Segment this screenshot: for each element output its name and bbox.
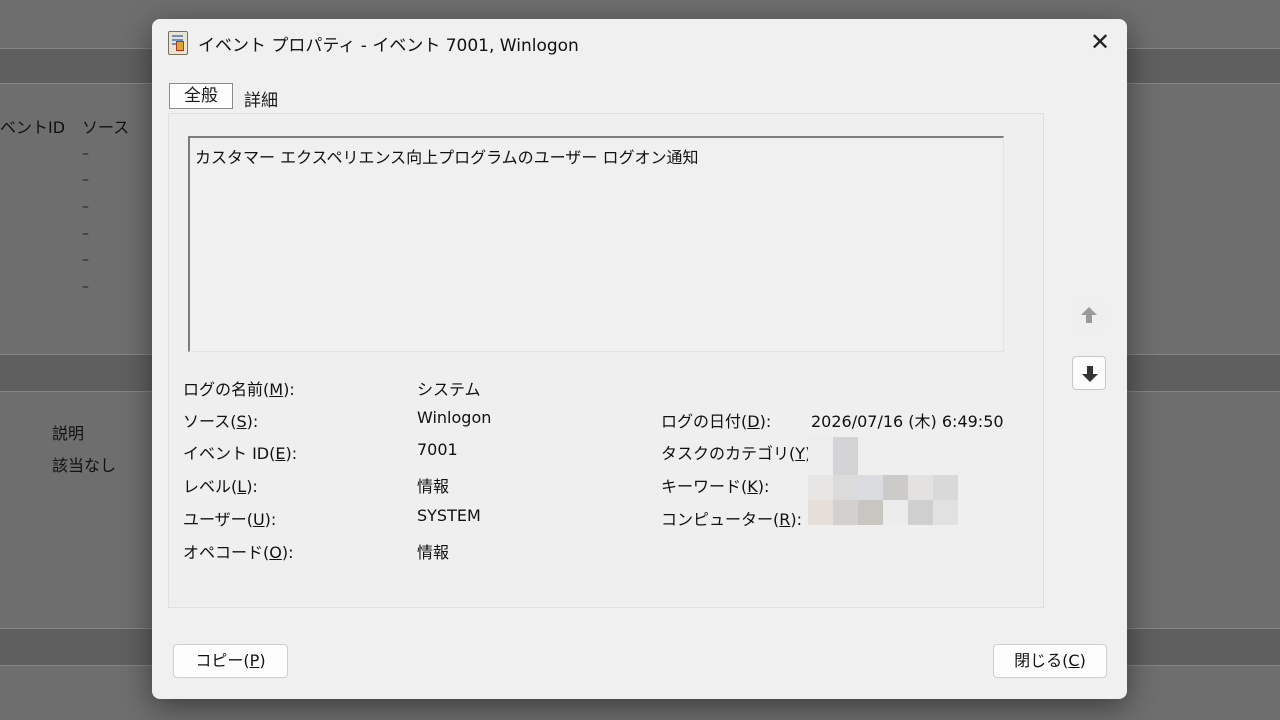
logged-label: ログの日付(D): bbox=[661, 412, 772, 431]
tab-general[interactable]: 全般 bbox=[169, 83, 233, 109]
bg-column-source: ソース bbox=[82, 118, 130, 137]
mosaic-cell bbox=[808, 437, 833, 475]
user-value: SYSTEM bbox=[417, 506, 481, 525]
mosaic-cell bbox=[833, 437, 858, 475]
bg-description-label: 説明 bbox=[52, 424, 85, 443]
bg-row-source: – bbox=[82, 199, 89, 215]
mosaic-cell bbox=[858, 475, 883, 500]
arrow-up-icon bbox=[1081, 307, 1097, 323]
event-description-box[interactable]: カスタマー エクスペリエンス向上プログラムのユーザー ログオン通知 bbox=[188, 136, 1004, 352]
close-button[interactable]: 閉じる(C) bbox=[993, 644, 1107, 678]
event-id-label: イベント ID(E): bbox=[183, 444, 298, 463]
arrow-down-icon bbox=[1082, 366, 1098, 382]
level-value: 情報 bbox=[417, 477, 450, 496]
previous-event-button[interactable] bbox=[1072, 298, 1106, 332]
keywords-label: キーワード(K): bbox=[661, 477, 770, 496]
mosaic-cell bbox=[808, 500, 833, 525]
log-name-value: システム bbox=[417, 380, 481, 399]
bg-row-source: – bbox=[82, 146, 89, 162]
mosaic-cell bbox=[833, 475, 858, 500]
close-icon[interactable]: ✕ bbox=[1087, 29, 1113, 55]
log-name-label: ログの名前(M): bbox=[183, 380, 295, 399]
title-bar[interactable]: イベント プロパティ - イベント 7001, Winlogon ✕ bbox=[152, 19, 1127, 65]
bg-column-event-id: ベントID bbox=[0, 118, 66, 137]
mosaic-cell bbox=[908, 500, 933, 525]
opcode-value: 情報 bbox=[417, 543, 450, 562]
event-properties-icon bbox=[168, 31, 188, 55]
mosaic-cell bbox=[833, 500, 858, 525]
event-id-value: 7001 bbox=[417, 440, 458, 459]
bg-row-source: – bbox=[82, 252, 89, 268]
opcode-label: オペコード(O): bbox=[183, 543, 294, 562]
mosaic-cell bbox=[858, 500, 883, 525]
event-description-text: カスタマー エクスペリエンス向上プログラムのユーザー ログオン通知 bbox=[195, 148, 699, 167]
mosaic-cell bbox=[933, 475, 958, 500]
copy-button[interactable]: コピー(P) bbox=[173, 644, 288, 678]
dialog-title: イベント プロパティ - イベント 7001, Winlogon bbox=[198, 36, 579, 56]
mosaic-cell bbox=[808, 475, 833, 500]
bg-description-value: 該当なし bbox=[52, 456, 117, 475]
mosaic-cell bbox=[883, 475, 908, 500]
bg-row-source: – bbox=[82, 226, 89, 242]
user-label: ユーザー(U): bbox=[183, 510, 277, 529]
next-event-button[interactable] bbox=[1072, 356, 1106, 390]
source-label: ソース(S): bbox=[183, 412, 259, 431]
tab-details[interactable]: 詳細 bbox=[244, 86, 278, 111]
event-properties-dialog: イベント プロパティ - イベント 7001, Winlogon ✕ 全般 詳細… bbox=[152, 19, 1127, 699]
logged-value: 2026/07/16 (木) 6:49:50 bbox=[811, 412, 1004, 431]
mosaic-cell bbox=[933, 500, 958, 525]
mosaic-cell bbox=[883, 500, 908, 525]
bg-row-source: – bbox=[82, 279, 89, 295]
source-value: Winlogon bbox=[417, 408, 492, 427]
computer-label: コンピューター(R): bbox=[661, 510, 803, 529]
mosaic-cell bbox=[908, 475, 933, 500]
bg-row-source: – bbox=[82, 172, 89, 188]
task-category-label: タスクのカテゴリ(Y): bbox=[661, 444, 817, 463]
level-label: レベル(L): bbox=[183, 477, 258, 496]
